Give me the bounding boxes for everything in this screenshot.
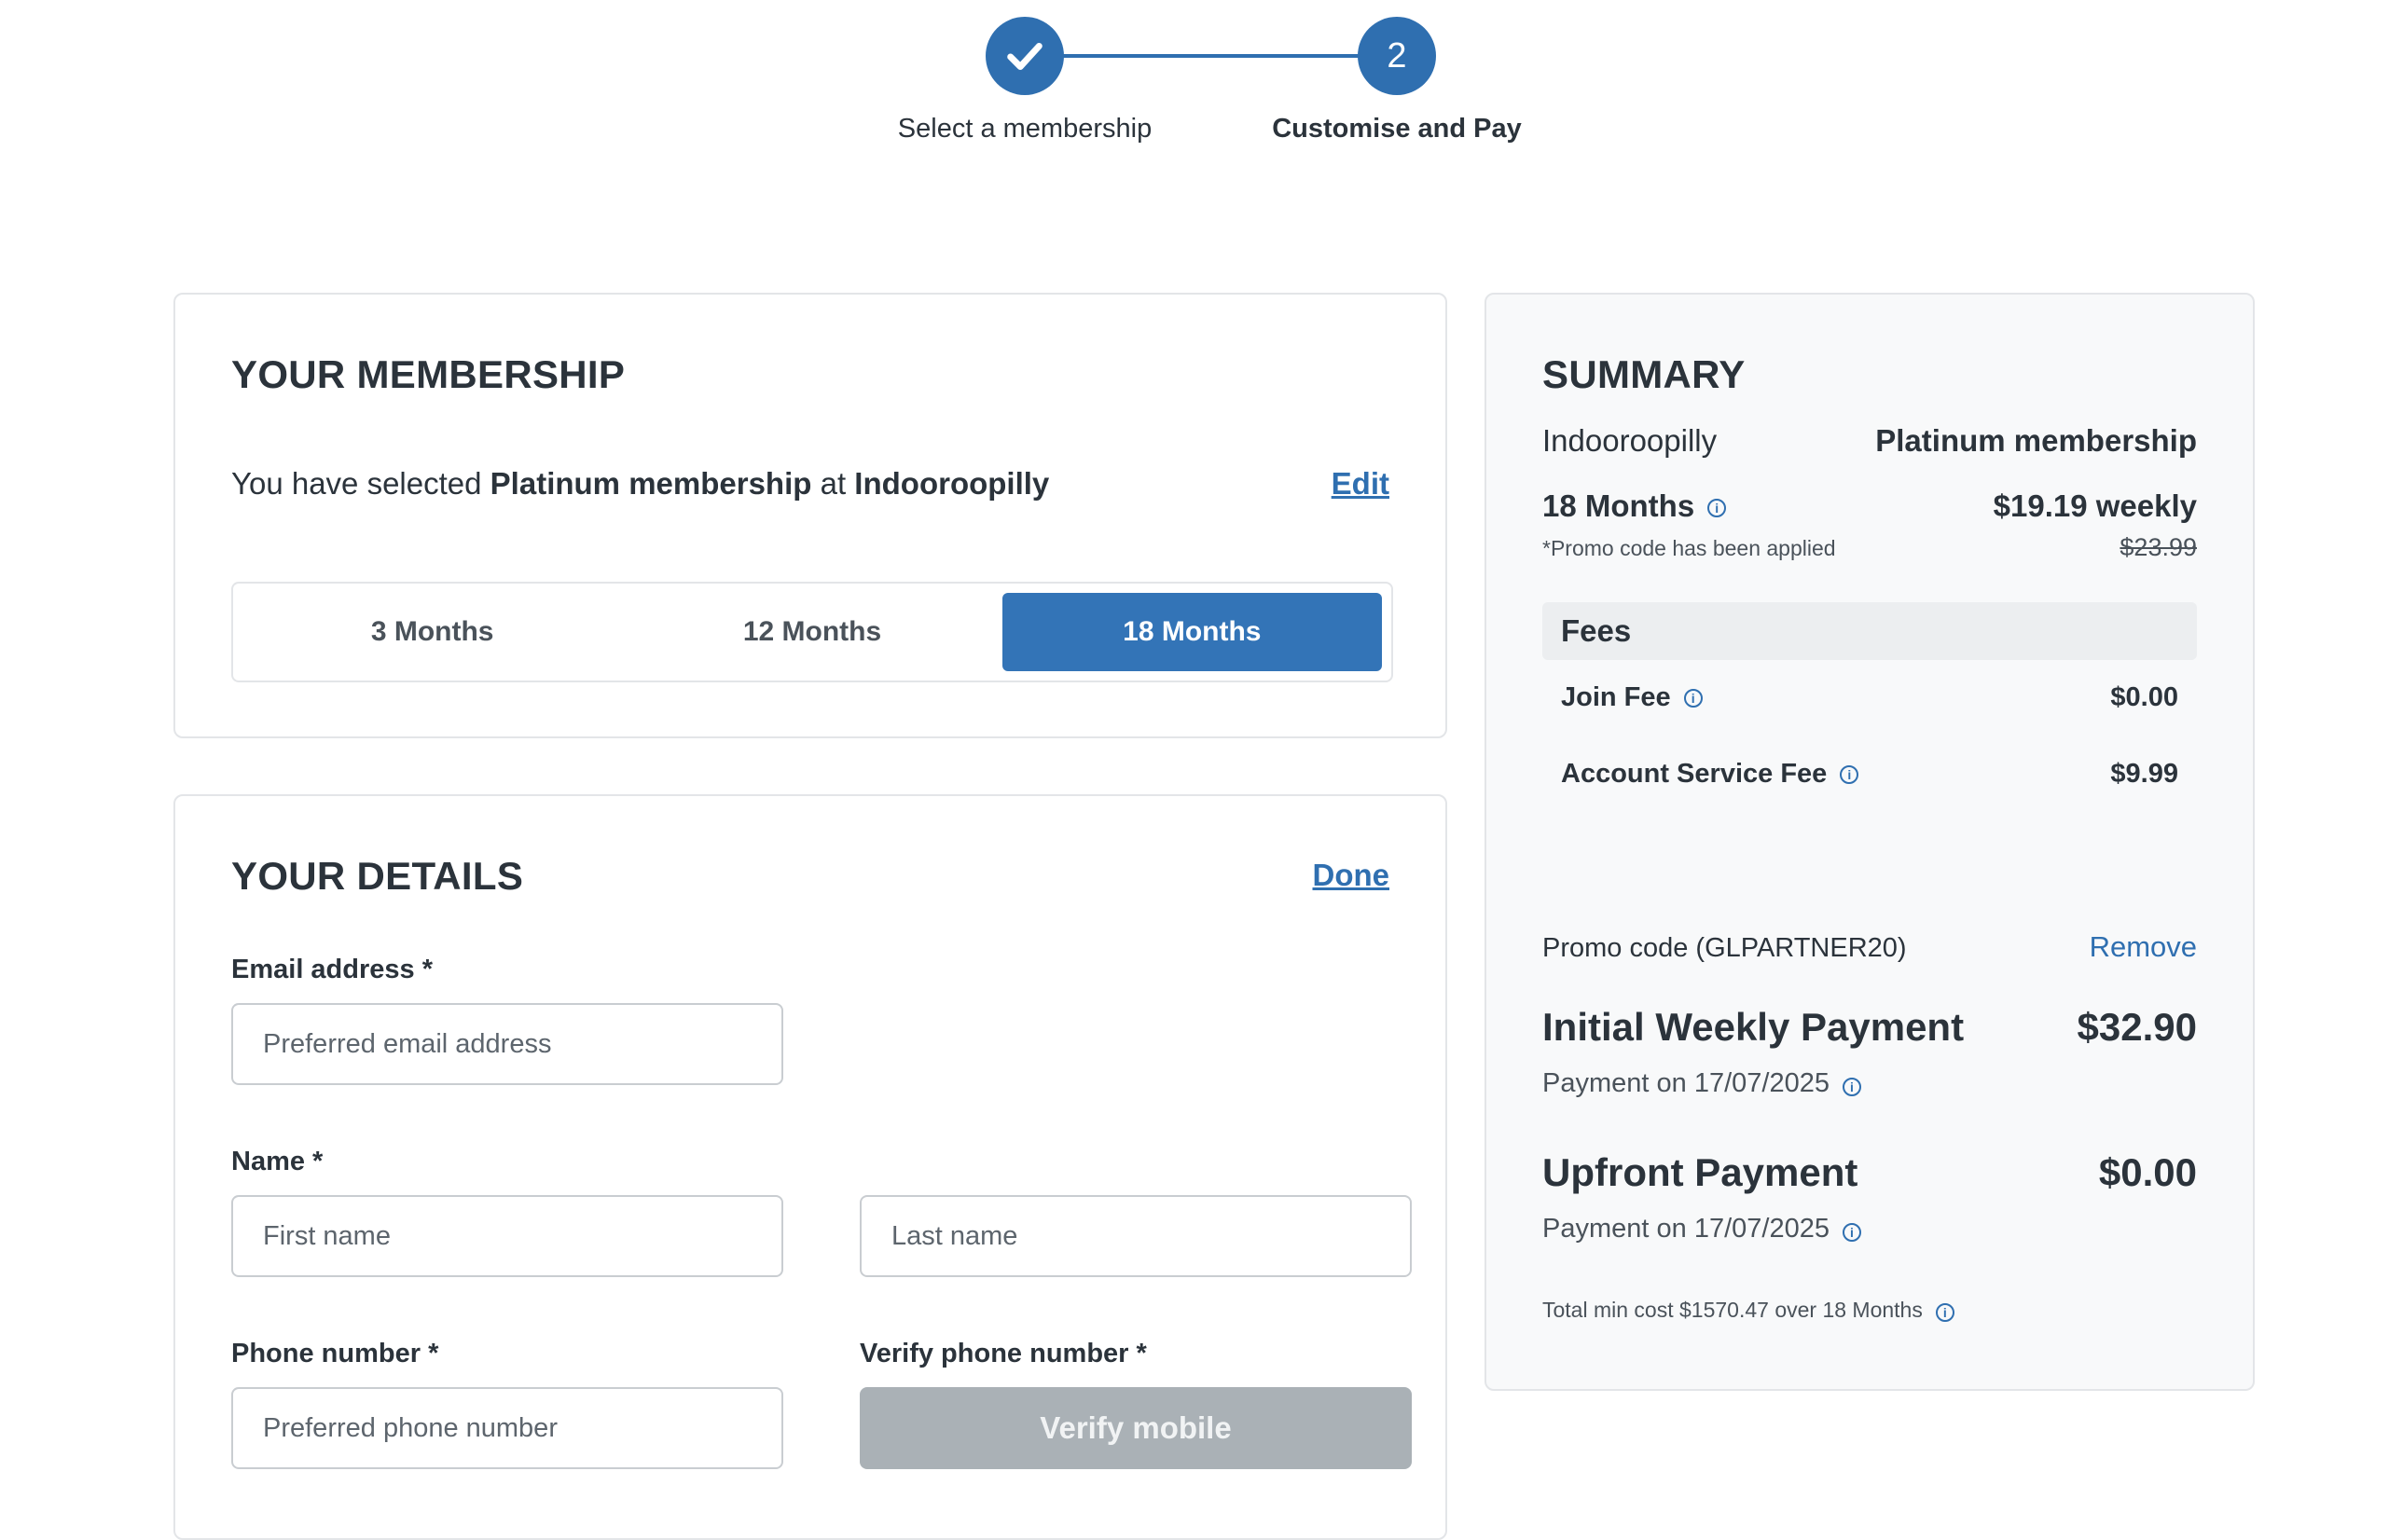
stepper-connector: [1063, 54, 1399, 58]
initial-payment-date: Payment on 17/07/2025: [1542, 1068, 1830, 1098]
initial-payment-amount: $32.90: [2077, 1005, 2197, 1049]
service-fee-label: Account Service Fee: [1561, 759, 1828, 789]
checkmark-icon: [1007, 43, 1043, 70]
duration-3-months[interactable]: 3 Months: [242, 593, 622, 671]
phone-field[interactable]: [231, 1387, 783, 1469]
summary-location: Indooroopilly: [1542, 423, 1718, 458]
first-name-field[interactable]: [231, 1195, 783, 1277]
duration-12-months[interactable]: 12 Months: [622, 593, 1001, 671]
join-fee-row: Join Fee i $0.00: [1561, 682, 2178, 713]
info-icon[interactable]: i: [1842, 1078, 1861, 1096]
upfront-payment-title: Upfront Payment: [1542, 1150, 1858, 1194]
summary-title: SUMMARY: [1542, 352, 1746, 396]
join-fee-wrap: Join Fee i: [1561, 682, 1703, 713]
membership-title: YOUR MEMBERSHIP: [231, 352, 626, 396]
summary-duration: 18 Months: [1542, 488, 1695, 523]
verify-mobile-button[interactable]: Verify mobile: [860, 1387, 1412, 1469]
details-card: YOUR DETAILS Done Email address * Name *…: [173, 794, 1447, 1540]
selected-plan: Platinum membership: [490, 466, 812, 501]
email-field[interactable]: [231, 1003, 783, 1085]
summary-promo-row: *Promo code has been applied $23.99: [1542, 533, 2197, 562]
initial-payment-date-row: Payment on 17/07/2025 i: [1542, 1068, 2197, 1099]
selected-location: Indooroopilly: [854, 466, 1050, 501]
name-label: Name *: [231, 1147, 324, 1176]
last-name-field[interactable]: [860, 1195, 1412, 1277]
step-2-label: Customise and Pay: [1272, 114, 1522, 144]
summary-weekly-price: $19.19 weekly: [1993, 488, 2197, 523]
info-icon[interactable]: i: [1842, 1223, 1861, 1242]
step-2-current: 2: [1358, 17, 1436, 95]
edit-membership-link[interactable]: Edit: [1332, 466, 1389, 502]
total-cost-row: Total min cost $1570.47 over 18 Months i: [1542, 1298, 2197, 1323]
upfront-payment-date: Payment on 17/07/2025: [1542, 1214, 1830, 1244]
promo-code-label: Promo code (GLPARTNER20): [1542, 933, 1907, 963]
summary-plan-row: Indooroopilly Platinum membership: [1542, 423, 2197, 459]
join-fee-value: $0.00: [2110, 682, 2178, 712]
remove-promo-link[interactable]: Remove: [2090, 930, 2197, 964]
selected-prefix: You have selected: [231, 466, 482, 501]
phone-label: Phone number *: [231, 1339, 439, 1368]
upfront-payment-row: Upfront Payment $0.00: [1542, 1150, 2197, 1195]
initial-payment-row: Initial Weekly Payment $32.90: [1542, 1005, 2197, 1050]
step-1-complete: [986, 17, 1064, 95]
summary-plan: Platinum membership: [1875, 423, 2197, 458]
original-price: $23.99: [2120, 533, 2197, 561]
info-icon[interactable]: i: [1707, 499, 1727, 518]
summary-duration-row: 18 Months i $19.19 weekly: [1542, 488, 2197, 524]
details-title: YOUR DETAILS: [231, 854, 524, 898]
step-2-number: 2: [1387, 35, 1407, 76]
promo-applied-note: *Promo code has been applied: [1542, 536, 1836, 560]
selected-at: at: [820, 466, 847, 501]
fees-header: Fees: [1542, 602, 2197, 660]
email-label: Email address *: [231, 955, 433, 984]
upfront-payment-date-row: Payment on 17/07/2025 i: [1542, 1214, 2197, 1244]
duration-selector: 3 Months 12 Months 18 Months: [231, 582, 1393, 682]
initial-payment-title: Initial Weekly Payment: [1542, 1005, 1965, 1049]
service-fee-value: $9.99: [2110, 759, 2178, 789]
selected-membership-text: You have selected Platinum membership at…: [231, 466, 1049, 502]
checkout-stepper: 2 Select a membership Customise and Pay: [0, 0, 2389, 186]
join-fee-label: Join Fee: [1561, 682, 1671, 712]
info-icon[interactable]: i: [1840, 765, 1859, 785]
done-link[interactable]: Done: [1313, 858, 1390, 893]
upfront-payment-amount: $0.00: [2098, 1150, 2197, 1194]
info-icon[interactable]: i: [1935, 1303, 1954, 1322]
summary-card: SUMMARY Indooroopilly Platinum membershi…: [1484, 293, 2255, 1391]
service-fee-row: Account Service Fee i $9.99: [1561, 759, 2178, 790]
promo-code-row: Promo code (GLPARTNER20) Remove: [1542, 930, 2197, 964]
summary-duration-wrap: 18 Months i: [1542, 488, 1727, 524]
service-fee-wrap: Account Service Fee i: [1561, 759, 1859, 790]
membership-card: YOUR MEMBERSHIP You have selected Platin…: [173, 293, 1447, 738]
verify-phone-label: Verify phone number *: [860, 1339, 1147, 1368]
info-icon[interactable]: i: [1683, 689, 1703, 708]
total-min-cost: Total min cost $1570.47 over 18 Months: [1542, 1298, 1923, 1322]
duration-18-months[interactable]: 18 Months: [1001, 593, 1382, 671]
